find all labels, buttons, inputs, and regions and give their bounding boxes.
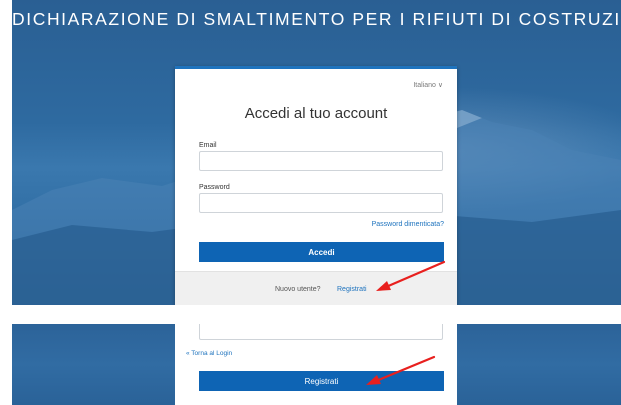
register-screen-panel: « Torna al Login Registrati [12,324,621,405]
forgot-password-link[interactable]: Password dimenticata? [372,221,444,228]
login-title: Accedi al tuo account [244,105,388,122]
language-selector[interactable]: Italiano ∨ [413,81,443,89]
new-user-text: Nuovo utente? [275,286,321,293]
email-field[interactable] [199,151,443,171]
email-label: Email [199,142,217,149]
login-card: Italiano ∨ Accedi al tuo account Email P… [175,66,457,305]
register-button[interactable]: Registrati [199,371,444,391]
login-button[interactable]: Accedi [199,242,444,262]
register-link[interactable]: Registrati [337,286,367,293]
password-field[interactable] [199,193,443,213]
password-label: Password [199,184,230,191]
back-to-login-link[interactable]: « Torna al Login [186,350,232,357]
card-footer: Nuovo utente? Registrati [175,271,457,305]
page-banner-title: DICHIARAZIONE DI SMALTIMENTO PER I RIFIU… [12,9,621,29]
login-screen-panel: DICHIARAZIONE DI SMALTIMENTO PER I RIFIU… [12,0,621,305]
register-card: « Torna al Login Registrati [175,324,457,405]
form-field-partial[interactable] [199,324,443,340]
